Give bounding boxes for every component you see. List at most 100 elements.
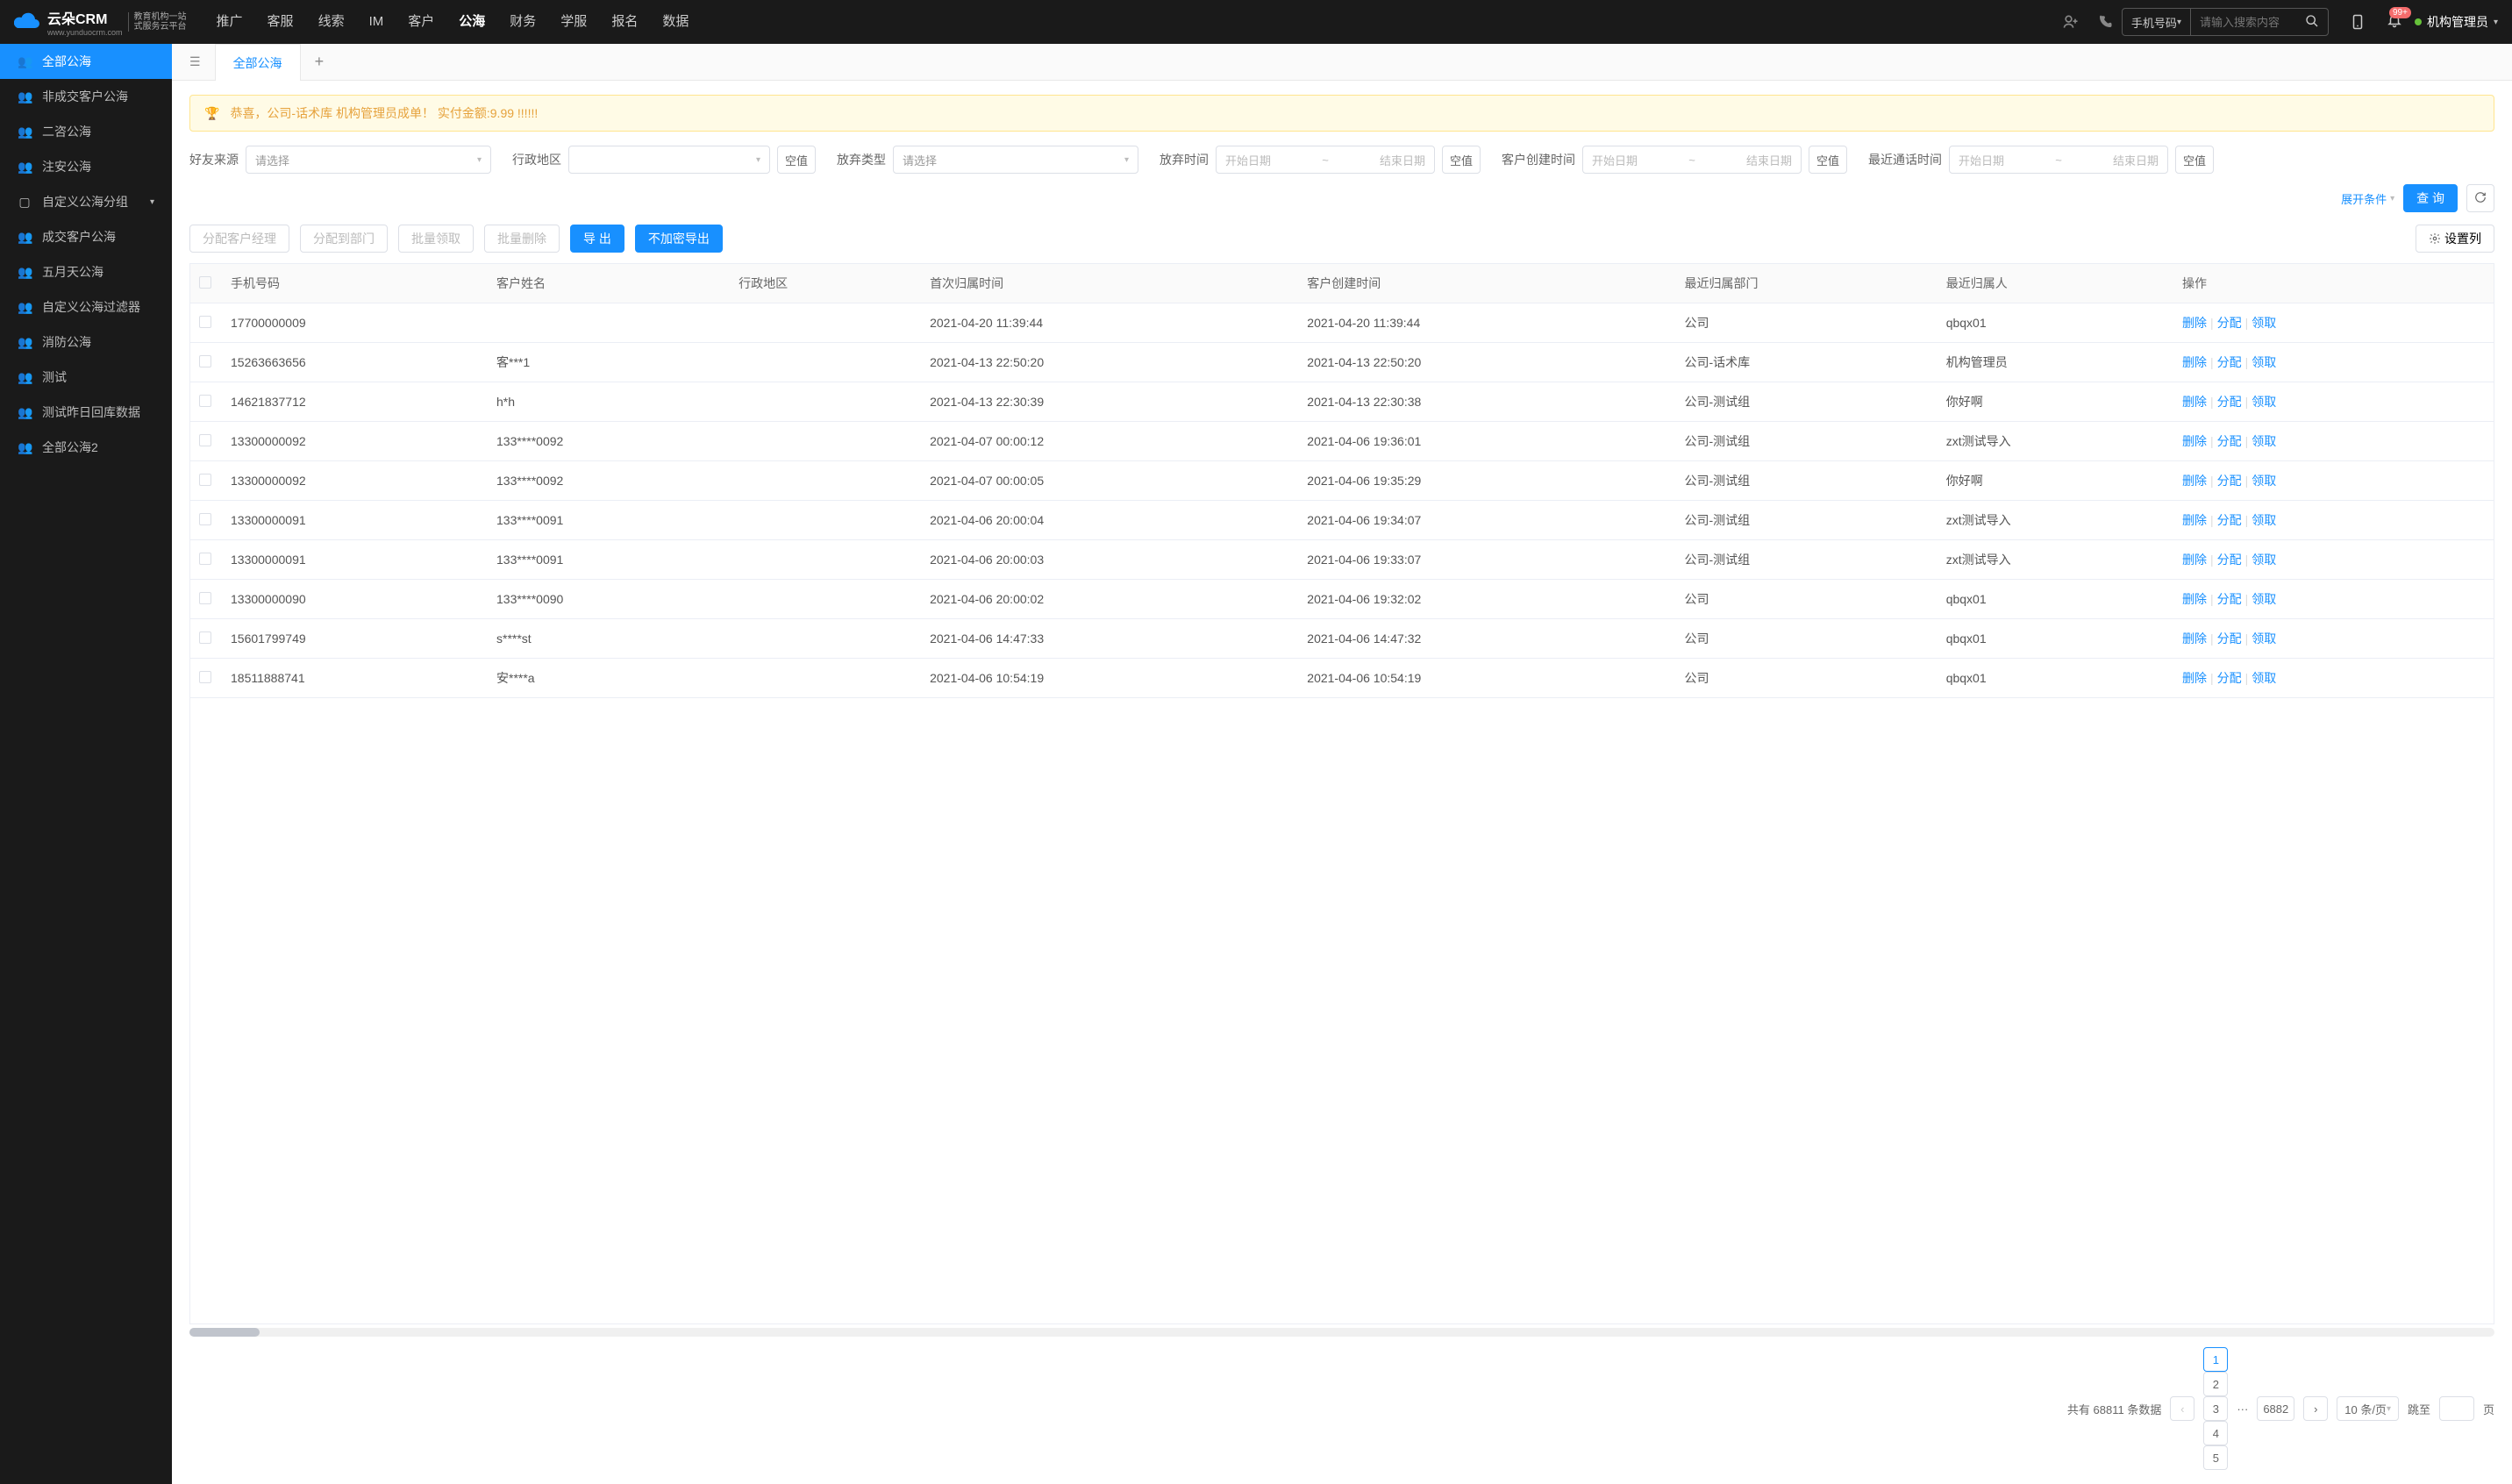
assign-dept-button[interactable]: 分配到部门 [300, 225, 388, 253]
horizontal-scrollbar[interactable] [189, 1328, 2494, 1337]
sidebar-item[interactable]: 👥自定义公海过滤器 [0, 289, 172, 325]
set-columns-button[interactable]: 设置列 [2416, 225, 2494, 253]
row-claim-link[interactable]: 领取 [2252, 592, 2276, 606]
create-time-empty-button[interactable]: 空值 [1809, 146, 1847, 174]
region-empty-button[interactable]: 空值 [777, 146, 816, 174]
row-delete-link[interactable]: 删除 [2182, 671, 2207, 685]
row-checkbox[interactable] [199, 592, 211, 604]
row-delete-link[interactable]: 删除 [2182, 395, 2207, 409]
row-delete-link[interactable]: 删除 [2182, 592, 2207, 606]
search-input[interactable] [2191, 16, 2296, 29]
filter-source-select[interactable]: 请选择▾ [246, 146, 491, 174]
nav-item[interactable]: 公海 [446, 0, 497, 44]
row-delete-link[interactable]: 删除 [2182, 316, 2207, 330]
row-delete-link[interactable]: 删除 [2182, 355, 2207, 369]
page-number-button[interactable]: 5 [2203, 1445, 2228, 1470]
row-claim-link[interactable]: 领取 [2252, 395, 2276, 409]
row-checkbox[interactable] [199, 631, 211, 644]
row-claim-link[interactable]: 领取 [2252, 355, 2276, 369]
row-checkbox[interactable] [199, 513, 211, 525]
nav-item[interactable]: 学服 [548, 0, 599, 44]
row-claim-link[interactable]: 领取 [2252, 513, 2276, 527]
query-button[interactable]: 查 询 [2403, 184, 2458, 212]
row-assign-link[interactable]: 分配 [2217, 316, 2242, 330]
row-claim-link[interactable]: 领取 [2252, 553, 2276, 567]
row-checkbox[interactable] [199, 553, 211, 565]
export-button[interactable]: 导 出 [570, 225, 624, 253]
row-assign-link[interactable]: 分配 [2217, 355, 2242, 369]
per-page-select[interactable]: 10 条/页 ▾ [2337, 1396, 2399, 1421]
user-menu[interactable]: 机构管理员 ▾ [2415, 13, 2498, 31]
row-assign-link[interactable]: 分配 [2217, 434, 2242, 448]
row-checkbox[interactable] [199, 474, 211, 486]
filter-call-time-range[interactable]: 开始日期~结束日期 [1949, 146, 2168, 174]
row-claim-link[interactable]: 领取 [2252, 474, 2276, 488]
row-claim-link[interactable]: 领取 [2252, 434, 2276, 448]
export-plain-button[interactable]: 不加密导出 [635, 225, 723, 253]
nav-item[interactable]: 财务 [497, 0, 548, 44]
sidebar-item[interactable]: 👥注安公海 [0, 149, 172, 184]
batch-delete-button[interactable]: 批量删除 [484, 225, 560, 253]
row-assign-link[interactable]: 分配 [2217, 474, 2242, 488]
tabs-toggle-icon[interactable]: ☰ [181, 54, 210, 69]
sidebar-item[interactable]: 👥非成交客户公海 [0, 79, 172, 114]
row-delete-link[interactable]: 删除 [2182, 474, 2207, 488]
assign-manager-button[interactable]: 分配客户经理 [189, 225, 289, 253]
sidebar-item[interactable]: 👥全部公海2 [0, 430, 172, 465]
nav-item[interactable]: 推广 [204, 0, 255, 44]
page-number-button[interactable]: 1 [2203, 1347, 2228, 1372]
filter-region-select[interactable]: ▾ [568, 146, 770, 174]
row-assign-link[interactable]: 分配 [2217, 631, 2242, 646]
row-assign-link[interactable]: 分配 [2217, 395, 2242, 409]
search-type-select[interactable]: 手机号码 ▾ [2123, 9, 2191, 35]
sidebar-item[interactable]: 👥成交客户公海 [0, 219, 172, 254]
row-delete-link[interactable]: 删除 [2182, 513, 2207, 527]
refresh-button[interactable] [2466, 184, 2494, 212]
sidebar-item[interactable]: 👥五月天公海 [0, 254, 172, 289]
row-delete-link[interactable]: 删除 [2182, 434, 2207, 448]
row-checkbox[interactable] [199, 671, 211, 683]
row-assign-link[interactable]: 分配 [2217, 513, 2242, 527]
prev-page-button[interactable]: ‹ [2170, 1396, 2194, 1421]
row-claim-link[interactable]: 领取 [2252, 671, 2276, 685]
row-assign-link[interactable]: 分配 [2217, 553, 2242, 567]
next-page-button[interactable]: › [2303, 1396, 2328, 1421]
row-delete-link[interactable]: 删除 [2182, 631, 2207, 646]
page-number-button[interactable]: 4 [2203, 1421, 2228, 1445]
select-all-checkbox[interactable] [199, 276, 211, 289]
sidebar-item[interactable]: 👥二咨公海 [0, 114, 172, 149]
phone-icon[interactable] [2088, 14, 2122, 30]
row-delete-link[interactable]: 删除 [2182, 553, 2207, 567]
row-assign-link[interactable]: 分配 [2217, 592, 2242, 606]
nav-item[interactable]: IM [357, 0, 396, 44]
tab-add-icon[interactable]: + [301, 53, 339, 71]
add-user-icon[interactable] [2053, 13, 2088, 31]
sidebar-item[interactable]: 👥测试昨日回库数据 [0, 395, 172, 430]
filter-create-time-range[interactable]: 开始日期~结束日期 [1582, 146, 1802, 174]
row-assign-link[interactable]: 分配 [2217, 671, 2242, 685]
nav-item[interactable]: 客服 [255, 0, 306, 44]
row-checkbox[interactable] [199, 355, 211, 367]
filter-abandon-time-range[interactable]: 开始日期~结束日期 [1216, 146, 1435, 174]
page-number-button[interactable]: 2 [2203, 1372, 2228, 1396]
row-claim-link[interactable]: 领取 [2252, 631, 2276, 646]
row-claim-link[interactable]: 领取 [2252, 316, 2276, 330]
sidebar-item[interactable]: ▢自定义公海分组▾ [0, 184, 172, 219]
sidebar-item[interactable]: 👥全部公海 [0, 44, 172, 79]
nav-item[interactable]: 线索 [306, 0, 357, 44]
row-checkbox[interactable] [199, 395, 211, 407]
bell-icon[interactable]: 99+ [2387, 12, 2402, 32]
nav-item[interactable]: 客户 [396, 0, 446, 44]
nav-item[interactable]: 数据 [650, 0, 701, 44]
mobile-icon[interactable] [2341, 14, 2374, 30]
row-checkbox[interactable] [199, 434, 211, 446]
last-page-button[interactable]: 6882 [2257, 1396, 2294, 1421]
page-number-button[interactable]: 3 [2203, 1396, 2228, 1421]
abandon-time-empty-button[interactable]: 空值 [1442, 146, 1481, 174]
sidebar-item[interactable]: 👥消防公海 [0, 325, 172, 360]
expand-filters-link[interactable]: 展开条件 ▾ [2341, 190, 2394, 207]
tab-active[interactable]: 全部公海 [215, 44, 301, 81]
goto-page-input[interactable] [2439, 1396, 2474, 1421]
call-time-empty-button[interactable]: 空值 [2175, 146, 2214, 174]
sidebar-item[interactable]: 👥测试 [0, 360, 172, 395]
